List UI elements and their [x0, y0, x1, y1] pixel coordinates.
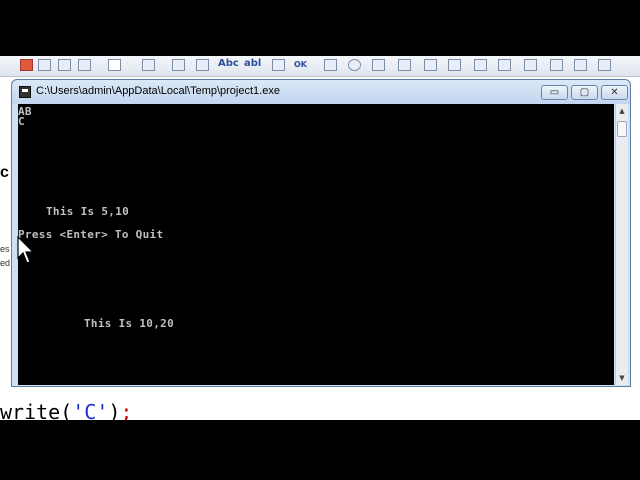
- code-paren: ): [108, 400, 121, 420]
- combobox-icon[interactable]: [398, 59, 411, 71]
- listbox-icon[interactable]: [372, 59, 385, 71]
- close-button[interactable]: ✕: [601, 85, 628, 100]
- maximize-button[interactable]: ▢: [571, 85, 598, 100]
- scroll-up-icon[interactable]: ▲: [616, 104, 628, 118]
- pointer-tool-icon[interactable]: [108, 59, 121, 71]
- console-titlebar[interactable]: C:\Users\admin\AppData\Local\Temp\projec…: [12, 80, 630, 104]
- ide-left-fragment: c: [0, 164, 9, 181]
- code-editor-line[interactable]: write('C');: [0, 400, 640, 420]
- ide-left-fragment-line: ed: [0, 258, 11, 268]
- menu-icon[interactable]: [172, 59, 185, 71]
- radio-tool-icon[interactable]: [348, 59, 361, 71]
- ok-button-tool-icon[interactable]: OK: [294, 60, 307, 69]
- console-window[interactable]: C:\Users\admin\AppData\Local\Temp\projec…: [11, 79, 631, 387]
- scroll-down-icon[interactable]: ▼: [616, 371, 628, 385]
- edit-tool-icon[interactable]: abl: [244, 58, 261, 69]
- component-icon[interactable]: [598, 59, 611, 71]
- ide-left-fragment-lines: es ed: [0, 242, 11, 270]
- mouse-pointer-icon: [17, 236, 35, 264]
- checkbox-tool-icon[interactable]: [324, 59, 337, 71]
- component-icon[interactable]: [58, 59, 71, 71]
- maximize-icon: ▢: [579, 87, 590, 98]
- console-line: This Is 5,10: [46, 205, 130, 218]
- scroll-thumb[interactable]: [617, 121, 627, 137]
- groupbox-icon[interactable]: [448, 59, 461, 71]
- console-line: Press <Enter> To Quit: [18, 228, 164, 241]
- component-icon[interactable]: [550, 59, 563, 71]
- code-string: 'C': [72, 400, 109, 420]
- console-line: C: [18, 115, 25, 128]
- console-app-icon[interactable]: [19, 86, 31, 98]
- memo-icon[interactable]: [272, 59, 285, 71]
- console-title: C:\Users\admin\AppData\Local\Temp\projec…: [36, 85, 280, 97]
- component-icon[interactable]: [78, 59, 91, 71]
- component-icon[interactable]: [574, 59, 587, 71]
- minimize-icon: ▭: [549, 87, 560, 98]
- console-scrollbar[interactable]: ▲ ▼: [615, 104, 628, 385]
- minimize-button[interactable]: ▭: [541, 85, 568, 100]
- close-icon: ✕: [610, 87, 619, 98]
- panel-icon[interactable]: [498, 59, 511, 71]
- component-icon[interactable]: [38, 59, 51, 71]
- code-semicolon: ;: [120, 400, 133, 420]
- console-output[interactable]: AB C This Is 5,10 Press <Enter> To Quit …: [18, 104, 614, 385]
- code-function: write(: [0, 400, 73, 420]
- frame-icon[interactable]: [142, 59, 155, 71]
- button-tool-icon[interactable]: [196, 59, 209, 71]
- radiogroup-icon[interactable]: [474, 59, 487, 71]
- stop-icon[interactable]: [20, 59, 33, 71]
- console-line: This Is 10,20: [84, 317, 174, 330]
- ide-left-fragment-line: es: [0, 244, 10, 254]
- ide-toolbar: Abc abl OK: [0, 56, 640, 77]
- actionlist-icon[interactable]: [524, 59, 537, 71]
- scrollbar-tool-icon[interactable]: [424, 59, 437, 71]
- label-tool-icon[interactable]: Abc: [218, 58, 239, 69]
